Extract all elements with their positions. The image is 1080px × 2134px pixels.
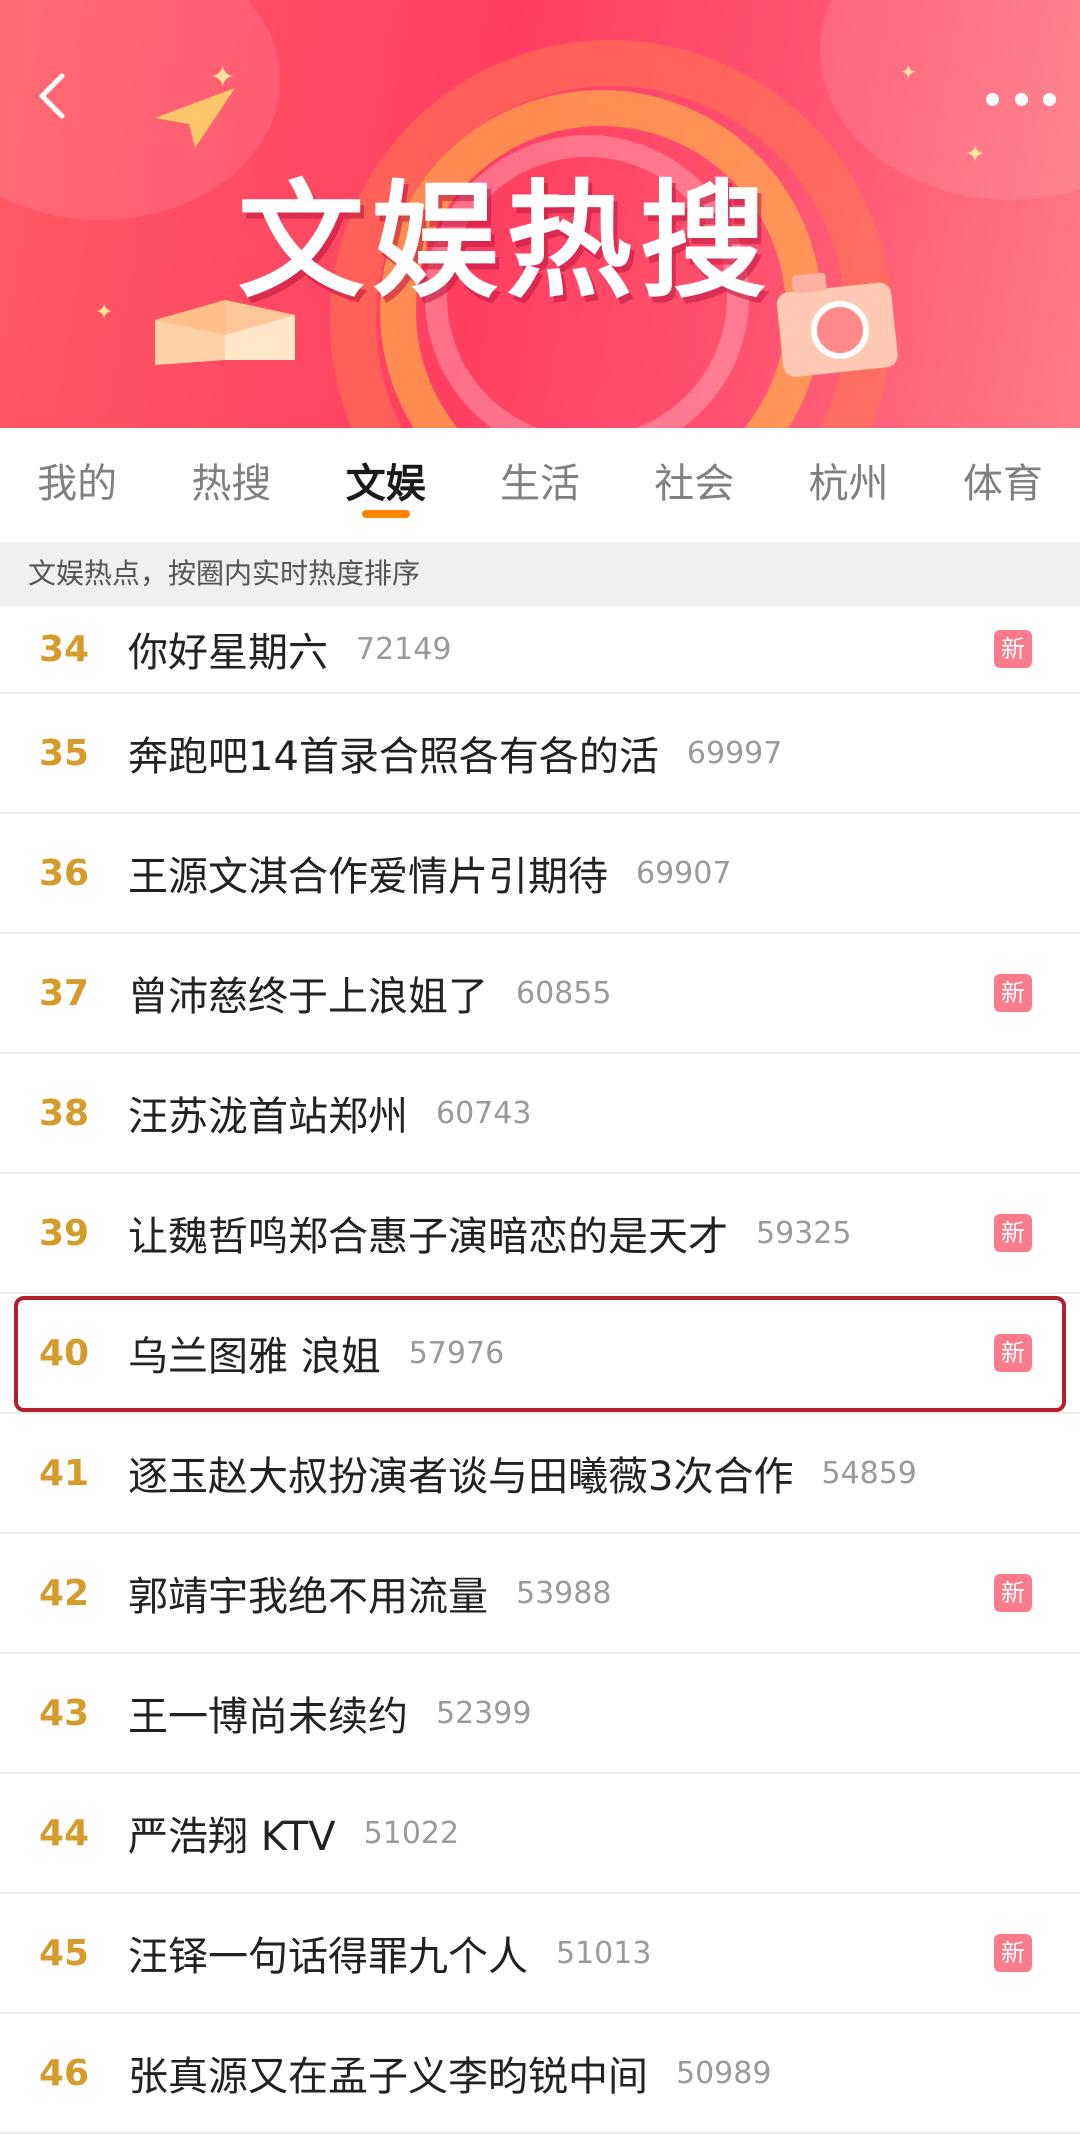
new-badge: 新: [994, 1574, 1032, 1612]
item-title: 王源文淇合作爱情片引期待: [128, 854, 608, 900]
new-badge: 新: [994, 1934, 1032, 1972]
rank-number: 35: [38, 732, 90, 774]
list-item[interactable]: 42 郭靖宇我绝不用流量 53988 新: [0, 1534, 1080, 1654]
list-item[interactable]: 36 王源文淇合作爱情片引期待 69907: [0, 814, 1080, 934]
tab-6[interactable]: 体育: [926, 428, 1080, 540]
list-item[interactable]: 40 乌兰图雅 浪姐 57976 新: [0, 1294, 1080, 1414]
more-button[interactable]: [986, 84, 1056, 114]
heat-count: 53988: [516, 1575, 612, 1611]
rank-number: 43: [38, 1692, 90, 1734]
rank-number: 40: [38, 1332, 90, 1374]
item-title: 曾沛慈终于上浪姐了: [128, 974, 488, 1020]
item-title: 汪铎一句话得罪九个人: [128, 1934, 528, 1980]
heat-count: 51013: [556, 1935, 652, 1971]
item-title: 郭靖宇我绝不用流量: [128, 1574, 488, 1620]
tab-5[interactable]: 杭州: [771, 428, 925, 540]
rank-number: 37: [38, 972, 90, 1014]
heat-count: 60855: [516, 975, 612, 1011]
camera-icon: [776, 272, 898, 377]
back-button[interactable]: [26, 68, 82, 124]
list-item[interactable]: 38 汪苏泷首站郑州 60743: [0, 1054, 1080, 1174]
item-title: 张真源又在孟子义李昀锐中间: [128, 2054, 648, 2100]
sparkle-icon: ✦: [900, 60, 917, 84]
new-badge: 新: [994, 1334, 1032, 1372]
rank-number: 41: [38, 1452, 90, 1494]
sparkle-icon: ✦: [965, 140, 986, 168]
list-item[interactable]: 45 汪铎一句话得罪九个人 51013 新: [0, 1894, 1080, 2014]
rank-number: 38: [38, 1092, 90, 1134]
list-item[interactable]: 37 曾沛慈终于上浪姐了 60855 新: [0, 934, 1080, 1054]
item-title: 逐玉赵大叔扮演者谈与田曦薇3次合作: [128, 1454, 794, 1500]
header-banner: ✦ ✦ ✦ ✦ 文娱热搜: [0, 0, 1080, 428]
rank-number: 42: [38, 1572, 90, 1614]
tab-4[interactable]: 社会: [617, 428, 771, 540]
heat-count: 72149: [356, 631, 452, 667]
rank-number: 39: [38, 1212, 90, 1254]
heat-count: 50989: [676, 2055, 772, 2091]
list-item[interactable]: 34 你好星期六 72149 新: [0, 606, 1080, 694]
new-badge: 新: [994, 1214, 1032, 1252]
tab-1[interactable]: 热搜: [154, 428, 308, 540]
new-badge: 新: [994, 630, 1032, 668]
rank-number: 45: [38, 1932, 90, 1974]
item-title: 让魏哲鸣郑合惠子演暗恋的是天才: [128, 1214, 728, 1260]
list-item[interactable]: 46 张真源又在孟子义李昀锐中间 50989: [0, 2014, 1080, 2134]
list-item[interactable]: 43 王一博尚未续约 52399: [0, 1654, 1080, 1774]
item-title: 汪苏泷首站郑州: [128, 1094, 408, 1140]
list-description: 文娱热点，按圈内实时热度排序: [0, 542, 1080, 606]
list-item[interactable]: 41 逐玉赵大叔扮演者谈与田曦薇3次合作 54859: [0, 1414, 1080, 1534]
category-tabs: 我的 热搜 文娱 生活 社会 杭州 体育: [0, 428, 1080, 540]
list-item[interactable]: 44 严浩翔 KTV 51022: [0, 1774, 1080, 1894]
hot-search-list: 34 你好星期六 72149 新 35 奔跑吧14首录合照各有各的活 69997 36 王源文淇…: [0, 606, 1080, 2134]
heat-count: 69997: [686, 735, 783, 771]
heat-count: 69907: [636, 855, 732, 891]
chevron-left-icon: [39, 73, 65, 119]
rank-number: 46: [38, 2052, 90, 2094]
item-title: 你好星期六: [128, 630, 328, 676]
heat-count: 57976: [408, 1335, 505, 1371]
new-badge: 新: [994, 974, 1032, 1012]
rank-number: 44: [38, 1812, 90, 1854]
heat-count: 60743: [436, 1095, 532, 1131]
more-dots-icon: [986, 92, 999, 106]
tab-2[interactable]: 文娱: [309, 428, 463, 540]
heat-count: 59325: [756, 1215, 852, 1251]
heat-count: 51022: [363, 1815, 460, 1851]
rank-number: 36: [38, 852, 90, 894]
page-title: 文娱热搜: [238, 168, 774, 315]
list-item[interactable]: 35 奔跑吧14首录合照各有各的活 69997: [0, 694, 1080, 814]
paper-plane-icon: [155, 88, 235, 148]
item-title: 王一博尚未续约: [128, 1694, 408, 1740]
sparkle-icon: ✦: [95, 300, 114, 325]
heat-count: 54859: [821, 1455, 917, 1491]
item-title: 乌兰图雅 浪姐: [128, 1334, 381, 1380]
tab-3[interactable]: 生活: [463, 428, 617, 540]
list-item[interactable]: 39 让魏哲鸣郑合惠子演暗恋的是天才 59325 新: [0, 1174, 1080, 1294]
tab-0[interactable]: 我的: [0, 428, 154, 540]
rank-number: 34: [38, 628, 90, 670]
item-title: 奔跑吧14首录合照各有各的活: [128, 734, 659, 780]
item-title: 严浩翔 KTV: [128, 1814, 336, 1860]
heat-count: 52399: [436, 1695, 532, 1731]
